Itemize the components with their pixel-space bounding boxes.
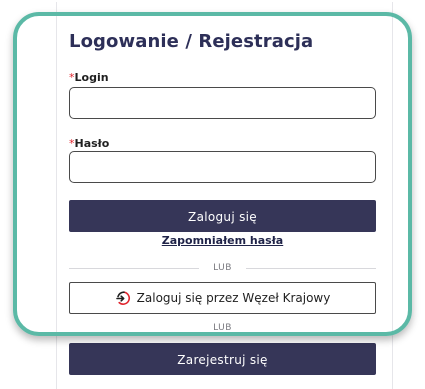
divider-line-right	[246, 268, 376, 269]
forgot-password-link[interactable]: Zapomniałem hasła	[69, 234, 376, 247]
password-label: *Hasło	[69, 137, 109, 150]
national-node-login-label: Zaloguj się przez Węzeł Krajowy	[136, 291, 331, 305]
password-label-text: Hasło	[74, 137, 110, 150]
divider-text-2: LUB	[213, 323, 232, 333]
password-input[interactable]	[69, 151, 376, 183]
or-divider-2: LUB	[69, 321, 376, 335]
login-arrow-icon	[115, 291, 130, 305]
national-node-login-button[interactable]: Zaloguj się przez Węzeł Krajowy	[69, 282, 376, 314]
page: Logowanie / Rejestracja *Login *Hasło Za…	[0, 0, 425, 389]
login-button[interactable]: Zaloguj się	[69, 200, 376, 232]
page-title: Logowanie / Rejestracja	[69, 31, 314, 52]
login-label: *Login	[69, 71, 109, 84]
register-button[interactable]: Zarejestruj się	[69, 343, 376, 375]
login-input[interactable]	[69, 87, 376, 119]
login-label-text: Login	[74, 71, 109, 84]
or-divider: LUB	[69, 261, 376, 275]
